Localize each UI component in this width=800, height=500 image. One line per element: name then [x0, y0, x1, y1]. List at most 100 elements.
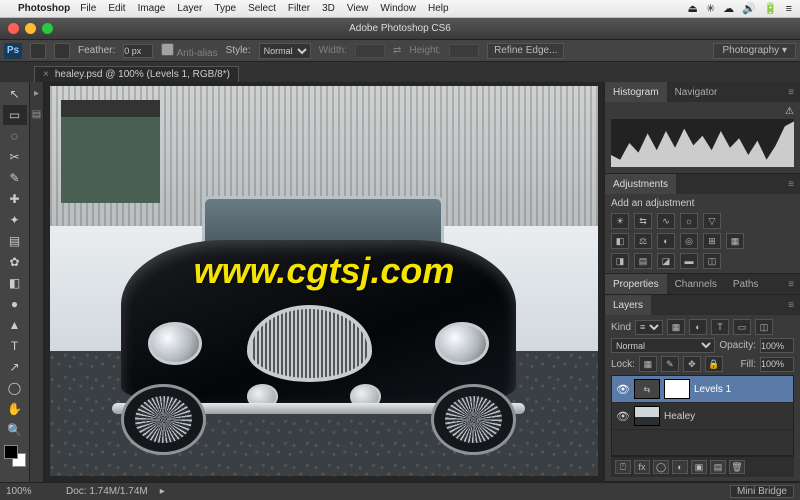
layer-row[interactable]: 👁 ⇆ Levels 1 [612, 376, 793, 403]
app-menu[interactable]: Photoshop [18, 3, 70, 14]
delete-layer-icon[interactable]: 🗑 [729, 460, 745, 474]
menu-window[interactable]: Window [380, 3, 416, 14]
layer-thumb[interactable] [634, 406, 660, 426]
adj-colorlookup-icon[interactable]: ▦ [726, 233, 744, 249]
histogram-warning-icon[interactable]: ⚠ [785, 106, 794, 117]
adj-hue-icon[interactable]: ◧ [611, 233, 629, 249]
filter-adjust-icon[interactable]: ◐ [689, 319, 707, 335]
canvas-area[interactable]: www.cgtsj.com [44, 82, 604, 482]
tool-history-brush[interactable]: ✿ [3, 252, 27, 272]
layer-name[interactable]: Healey [664, 411, 789, 422]
sys-menu-icon[interactable]: ≡ [786, 3, 792, 15]
layer-adjustment-thumb[interactable]: ⇆ [634, 379, 660, 399]
menu-filter[interactable]: Filter [288, 3, 310, 14]
tab-close-icon[interactable]: × [43, 69, 49, 80]
tool-pen[interactable]: ▲ [3, 315, 27, 335]
collapsed-panel-icon[interactable]: ▤ [32, 109, 41, 120]
menu-view[interactable]: View [347, 3, 369, 14]
sys-battery-icon[interactable]: 🔋 [764, 2, 778, 15]
filter-pixel-icon[interactable]: ▦ [667, 319, 685, 335]
tool-stamp[interactable]: ▤ [3, 231, 27, 251]
menu-select[interactable]: Select [248, 3, 276, 14]
tool-healing[interactable]: ✚ [3, 189, 27, 209]
tool-crop[interactable]: ✂ [3, 147, 27, 167]
color-swatch[interactable] [4, 445, 26, 467]
histogram-panel-menu-icon[interactable]: ≡ [782, 87, 800, 98]
menu-layer[interactable]: Layer [177, 3, 202, 14]
tool-type[interactable]: T [3, 336, 27, 356]
tab-navigator[interactable]: Navigator [667, 82, 726, 102]
layer-visibility-icon[interactable]: 👁 [616, 410, 630, 423]
layer-name[interactable]: Levels 1 [694, 384, 789, 395]
layer-mask-thumb[interactable] [664, 379, 690, 399]
new-layer-icon[interactable]: ▤ [710, 460, 726, 474]
adj-curves-icon[interactable]: ∿ [657, 213, 675, 229]
adj-gradientmap-icon[interactable]: ▬ [680, 253, 698, 269]
tab-layers[interactable]: Layers [605, 295, 651, 315]
adjustments-panel-menu-icon[interactable]: ≡ [782, 179, 800, 190]
sys-sync-icon[interactable]: ✳ [706, 2, 715, 15]
ps-logo-icon[interactable]: Ps [4, 43, 22, 59]
adj-vibrance-icon[interactable]: ▽ [703, 213, 721, 229]
adj-exposure-icon[interactable]: ☼ [680, 213, 698, 229]
new-group-icon[interactable]: ▣ [691, 460, 707, 474]
layer-visibility-icon[interactable]: 👁 [616, 383, 630, 396]
fill-input[interactable] [760, 357, 794, 372]
mini-bridge-button[interactable]: Mini Bridge [730, 485, 794, 498]
refine-edge-button[interactable]: Refine Edge... [487, 43, 564, 59]
style-select[interactable]: Normal [259, 43, 311, 59]
tool-zoom[interactable]: 🔍 [3, 420, 27, 440]
adj-threshold-icon[interactable]: ◪ [657, 253, 675, 269]
new-adjustment-icon[interactable]: ◐ [672, 460, 688, 474]
expand-panels-icon[interactable]: ▸ [34, 88, 39, 99]
workspace-switcher[interactable]: Photography ▾ [713, 43, 796, 59]
lock-position-icon[interactable]: ✥ [683, 356, 701, 372]
tool-shape[interactable]: ◯ [3, 378, 27, 398]
menu-type[interactable]: Type [214, 3, 236, 14]
doc-size[interactable]: Doc: 1.74M/1.74M [66, 486, 148, 497]
adj-selectivecolor-icon[interactable]: ◫ [703, 253, 721, 269]
sys-cloud-icon[interactable]: ☁ [723, 2, 734, 15]
adj-levels-icon[interactable]: ⇆ [634, 213, 652, 229]
layer-row[interactable]: 👁 Healey [612, 403, 793, 430]
document-tab[interactable]: × healey.psd @ 100% (Levels 1, RGB/8*) [34, 66, 239, 82]
properties-panel-menu-icon[interactable]: ≡ [782, 279, 800, 290]
adj-colorbalance-icon[interactable]: ⚖ [634, 233, 652, 249]
adj-channelmixer-icon[interactable]: ⊞ [703, 233, 721, 249]
document-canvas[interactable]: www.cgtsj.com [50, 86, 598, 476]
lock-pixels-icon[interactable]: ✎ [661, 356, 679, 372]
layer-fx-icon[interactable]: fx [634, 460, 650, 474]
tab-properties[interactable]: Properties [605, 274, 667, 294]
tab-adjustments[interactable]: Adjustments [605, 174, 676, 194]
menu-help[interactable]: Help [428, 3, 449, 14]
menu-image[interactable]: Image [138, 3, 166, 14]
adj-photofilter-icon[interactable]: ◎ [680, 233, 698, 249]
filter-type-icon[interactable]: T [711, 319, 729, 335]
lock-transparency-icon[interactable]: ▦ [639, 356, 657, 372]
opacity-input[interactable] [760, 338, 794, 353]
layers-kind-select[interactable]: ≡ [635, 320, 663, 335]
tool-brush[interactable]: ✦ [3, 210, 27, 230]
adj-brightness-icon[interactable]: ☀ [611, 213, 629, 229]
tab-paths[interactable]: Paths [725, 274, 767, 294]
foreground-color-swatch[interactable] [4, 445, 18, 459]
tool-path[interactable]: ↗ [3, 357, 27, 377]
tab-histogram[interactable]: Histogram [605, 82, 667, 102]
sys-eject-icon[interactable]: ⏏ [688, 2, 698, 15]
adj-invert-icon[interactable]: ◨ [611, 253, 629, 269]
status-menu-icon[interactable]: ▸ [160, 486, 165, 497]
link-layers-icon[interactable]: ⍞ [615, 460, 631, 474]
filter-shape-icon[interactable]: ▭ [733, 319, 751, 335]
tool-gradient[interactable]: ◧ [3, 273, 27, 293]
tab-channels[interactable]: Channels [667, 274, 725, 294]
menu-file[interactable]: File [80, 3, 96, 14]
marquee-mode-icon[interactable] [54, 43, 70, 59]
feather-input[interactable] [123, 44, 153, 58]
layers-panel-menu-icon[interactable]: ≡ [782, 300, 800, 311]
adj-posterize-icon[interactable]: ▤ [634, 253, 652, 269]
tool-dodge[interactable]: ● [3, 294, 27, 314]
tool-marquee[interactable]: ▭ [3, 105, 27, 125]
tool-lasso[interactable]: ◌ [3, 126, 27, 146]
tool-hand[interactable]: ✋ [3, 399, 27, 419]
lock-all-icon[interactable]: 🔒 [705, 356, 723, 372]
